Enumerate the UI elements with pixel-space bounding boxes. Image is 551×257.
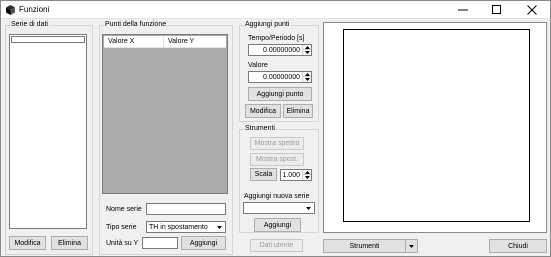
value-value: 0.00000000 bbox=[263, 73, 300, 81]
points-listview-header: Valore X Valore Y bbox=[104, 36, 226, 48]
chevron-down-icon bbox=[214, 222, 225, 232]
data-series-list[interactable] bbox=[9, 34, 87, 229]
show-spectrum-button[interactable]: Mostra spettro bbox=[250, 137, 304, 150]
app-icon bbox=[6, 5, 15, 15]
time-period-value: 0.00000000 bbox=[263, 46, 300, 54]
maximize-icon bbox=[492, 5, 501, 14]
user-data-button[interactable]: Dati utente bbox=[250, 239, 303, 252]
y-unit-input[interactable] bbox=[142, 237, 178, 249]
series-type-value: TH in spostamento bbox=[149, 223, 208, 231]
chevron-down-icon bbox=[303, 203, 314, 213]
series-modify-button[interactable]: Modifica bbox=[9, 236, 46, 250]
add-points-group-title: Aggiungi punti bbox=[244, 20, 291, 30]
value-stepper[interactable]: 0.00000000 bbox=[248, 71, 312, 83]
series-type-select[interactable]: TH in spostamento bbox=[146, 221, 226, 233]
show-displacement-button[interactable]: Mostra spost. bbox=[250, 153, 304, 166]
add-point-button[interactable]: Aggiungi punto bbox=[248, 87, 312, 101]
add-new-series-label: Aggiungi nuova serie bbox=[244, 193, 310, 200]
series-name-label: Nome serie bbox=[106, 206, 142, 213]
scale-stepper[interactable]: 1.000 bbox=[280, 169, 312, 181]
stepper-down-icon[interactable] bbox=[302, 175, 311, 180]
stepper-down-icon[interactable] bbox=[302, 77, 311, 82]
close-dialog-button[interactable]: Chiudi bbox=[489, 239, 547, 253]
minimize-icon bbox=[458, 9, 468, 11]
scale-value: 1.000 bbox=[282, 171, 300, 179]
column-header-x[interactable]: Valore X bbox=[104, 36, 164, 47]
tools-add-button[interactable]: Aggiungi bbox=[254, 218, 301, 232]
data-series-list-selection bbox=[11, 36, 85, 43]
point-delete-button[interactable]: Elimina bbox=[283, 104, 313, 118]
stepper-down-icon[interactable] bbox=[302, 50, 311, 55]
new-series-select[interactable] bbox=[243, 202, 315, 214]
function-points-group-title: Punti della funzione bbox=[104, 20, 168, 30]
scale-button[interactable]: Scala bbox=[250, 168, 277, 181]
maximize-button[interactable] bbox=[480, 1, 514, 19]
value-label: Valore bbox=[248, 62, 268, 69]
add-series-button[interactable]: Aggiungi bbox=[181, 236, 226, 250]
time-period-label: Tempo/Periodo [s] bbox=[248, 35, 305, 42]
window-title: Funzioni bbox=[19, 5, 50, 14]
chart-plot-area[interactable] bbox=[343, 29, 530, 222]
minimize-button[interactable] bbox=[446, 1, 480, 19]
y-unit-label: Unità su Y bbox=[106, 240, 139, 247]
title-bar: Funzioni bbox=[1, 1, 550, 19]
series-delete-button[interactable]: Elimina bbox=[51, 236, 88, 250]
points-listview[interactable]: Valore X Valore Y bbox=[102, 34, 228, 194]
tools-split-label[interactable]: Strumenti bbox=[324, 240, 406, 252]
close-button[interactable] bbox=[515, 1, 549, 19]
window: Funzioni Serie di dati Modifica Elimina … bbox=[0, 0, 551, 257]
chart-panel bbox=[323, 22, 547, 233]
data-series-group-title: Serie di dati bbox=[10, 20, 49, 30]
time-period-stepper[interactable]: 0.00000000 bbox=[248, 44, 312, 56]
point-modify-button[interactable]: Modifica bbox=[245, 104, 281, 118]
column-header-y[interactable]: Valore Y bbox=[164, 36, 226, 47]
chevron-down-icon[interactable] bbox=[406, 240, 417, 252]
close-icon bbox=[527, 5, 537, 15]
tools-group-title: Strumenti bbox=[244, 124, 276, 134]
series-type-label: Tipo serie bbox=[106, 224, 137, 231]
series-name-input[interactable] bbox=[146, 203, 226, 215]
tools-split-button[interactable]: Strumenti bbox=[323, 239, 418, 253]
